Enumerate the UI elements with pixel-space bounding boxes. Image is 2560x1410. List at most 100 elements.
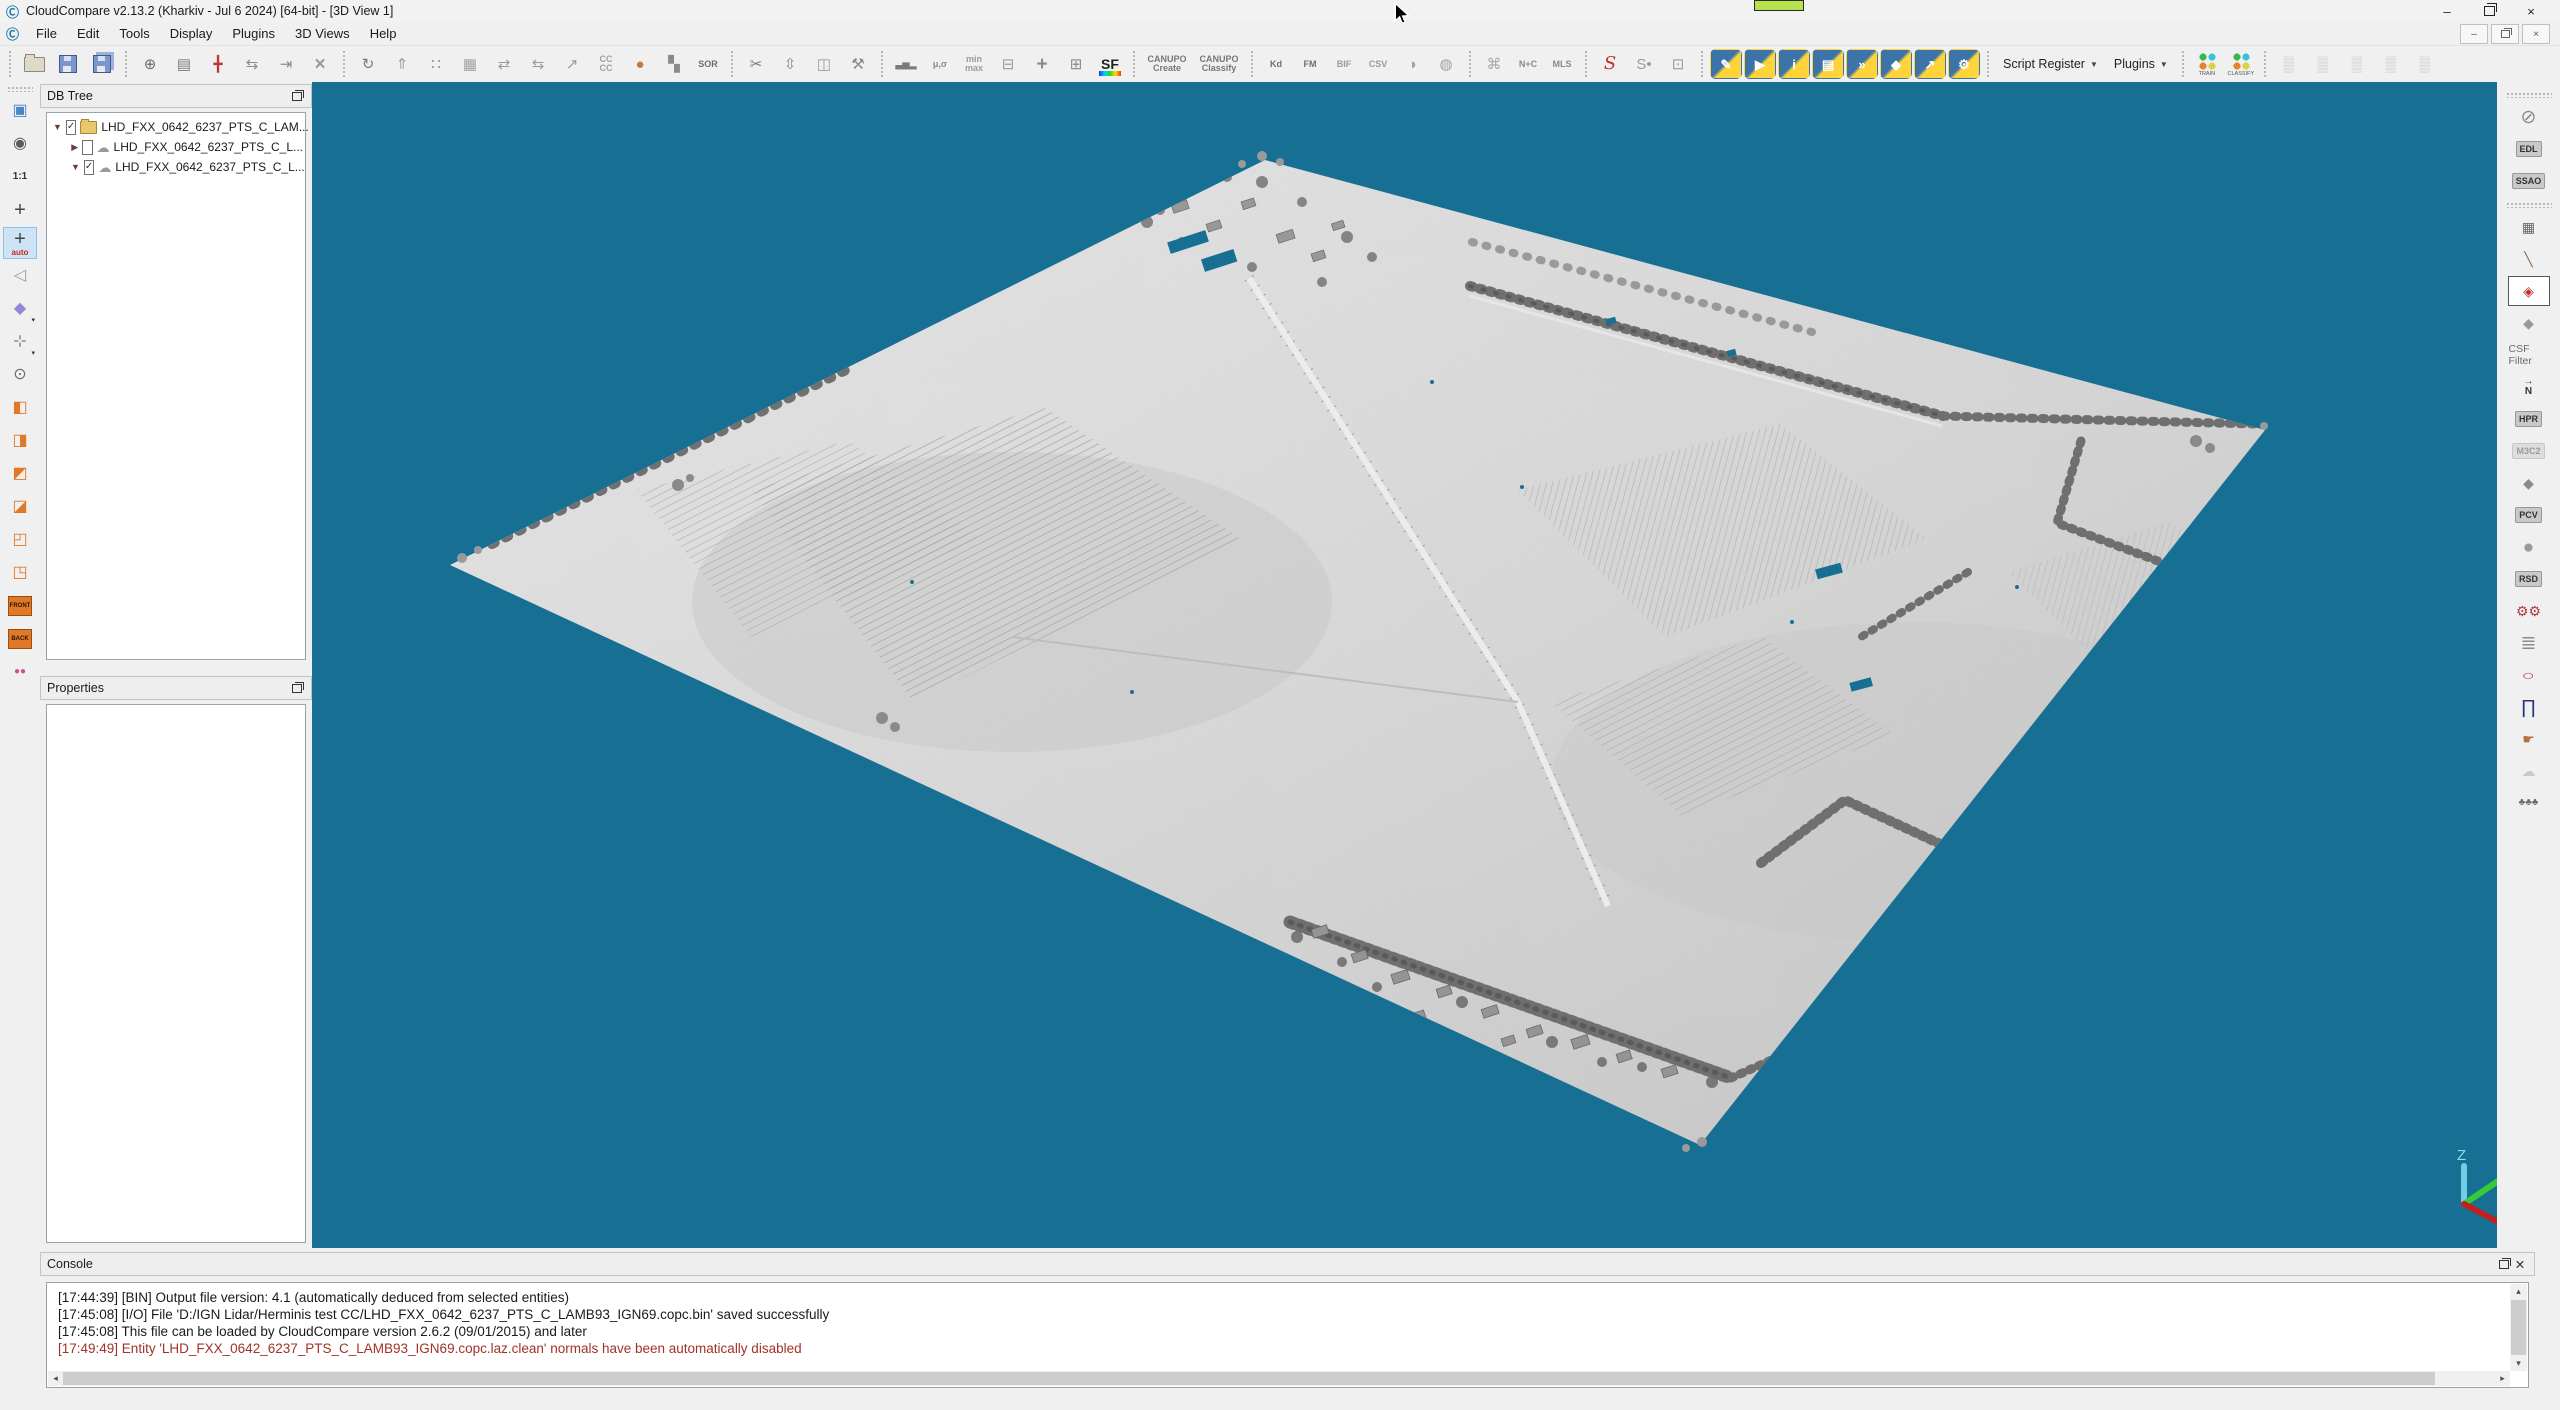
shield-plugin-button[interactable]: ◆ bbox=[2508, 468, 2550, 498]
masc-train-button[interactable]: TRAIN bbox=[2191, 49, 2223, 79]
point-list-picking-button[interactable]: ⚒ bbox=[842, 49, 874, 79]
segment-button[interactable]: ✂ bbox=[740, 49, 772, 79]
scroll-down-icon[interactable]: ▾ bbox=[2511, 1356, 2526, 1371]
render-settings-button[interactable]: ▣ bbox=[3, 95, 37, 127]
auto-pick-center-button[interactable]: +auto bbox=[3, 227, 37, 259]
filter-by-value-button[interactable]: min max bbox=[958, 49, 990, 79]
properties-float-button[interactable] bbox=[289, 680, 305, 696]
m3c2-plugin-button[interactable]: M3C2 bbox=[2508, 436, 2550, 466]
menu-tools[interactable]: Tools bbox=[109, 23, 159, 44]
mdi-minimize-button[interactable]: – bbox=[2460, 24, 2488, 44]
python-info-button[interactable]: i bbox=[1778, 49, 1810, 79]
scroll-up-icon[interactable]: ▴ bbox=[2511, 1284, 2526, 1299]
compare-button[interactable]: CC CC bbox=[590, 49, 622, 79]
sor-filter-button[interactable]: SOR bbox=[692, 49, 724, 79]
masc-classify-button[interactable]: CLASSIFY bbox=[2225, 49, 2257, 79]
broom-plugin-button[interactable]: ╲ bbox=[2508, 244, 2550, 274]
puzzle-button[interactable]: ⌘ bbox=[1478, 49, 1510, 79]
subsample-button[interactable]: ∷ bbox=[420, 49, 452, 79]
toolbar-handle[interactable] bbox=[729, 51, 735, 77]
python-editor-button[interactable]: ✎ bbox=[1710, 49, 1742, 79]
minimize-button[interactable]: – bbox=[2426, 0, 2468, 22]
compass-plugin-button[interactable]: ◈ bbox=[2508, 276, 2550, 306]
statistical-test-button[interactable]: μ,σ bbox=[924, 49, 956, 79]
close-button[interactable]: × bbox=[2510, 0, 2552, 22]
tree-expander[interactable]: ▼ bbox=[71, 162, 80, 172]
treeiso-plugin-button[interactable]: ♣♣♣ bbox=[2508, 788, 2550, 818]
fm-cloud-button[interactable]: FM bbox=[1294, 49, 1326, 79]
tree-checkbox[interactable] bbox=[82, 140, 92, 155]
plugins-menu-button[interactable]: Plugins▼ bbox=[2107, 51, 2175, 77]
toolbar-handle[interactable] bbox=[1131, 51, 1137, 77]
python-run-button[interactable]: ▶ bbox=[1744, 49, 1776, 79]
view-back-button[interactable]: ◪ bbox=[3, 491, 37, 523]
clean-button[interactable]: ● bbox=[624, 49, 656, 79]
translate-rotate-button[interactable]: ⇳ bbox=[774, 49, 806, 79]
python-doc-button[interactable]: ▤ bbox=[1812, 49, 1844, 79]
script-register-button[interactable]: Script Register▼ bbox=[1996, 51, 2105, 77]
animation-plugin-button[interactable]: ▦ bbox=[2508, 212, 2550, 242]
mdi-close-button[interactable]: × bbox=[2522, 24, 2550, 44]
console-vscrollbar[interactable]: ▴ ▾ bbox=[2510, 1284, 2527, 1371]
screenshot-button[interactable]: ◉ bbox=[3, 128, 37, 160]
bif-file-button[interactable]: BIF bbox=[1328, 49, 1360, 79]
mdi-restore-button[interactable] bbox=[2491, 24, 2519, 44]
globe-button[interactable]: ◍ bbox=[1430, 49, 1462, 79]
rsd-plugin-button[interactable]: RSD bbox=[2508, 564, 2550, 594]
plugin-disabled-3-button[interactable]: ▒ bbox=[2341, 49, 2373, 79]
menu-help[interactable]: Help bbox=[360, 23, 407, 44]
sketch-button[interactable]: S bbox=[1594, 49, 1626, 79]
toolbar-handle[interactable] bbox=[1249, 51, 1255, 77]
hough-normals-plugin-button[interactable]: → N bbox=[2508, 372, 2550, 402]
c2c-distance-button[interactable]: ⇄ bbox=[488, 49, 520, 79]
tree-expander[interactable]: ▶ bbox=[71, 142, 78, 153]
menu-3d-views[interactable]: 3D Views bbox=[285, 23, 360, 44]
view-top-button[interactable]: ◧ bbox=[3, 392, 37, 424]
tree-row[interactable]: ▼✓LHD_FXX_0642_6237_PTS_C_LAM... bbox=[49, 117, 303, 137]
properties-header[interactable]: Properties bbox=[40, 676, 312, 700]
python-packages-button[interactable]: ◆ bbox=[1880, 49, 1912, 79]
sra-plugin-button[interactable]: ☁ bbox=[2508, 756, 2550, 786]
mls-smoothing-button[interactable]: MLS bbox=[1546, 49, 1578, 79]
toolbar-handle[interactable] bbox=[341, 51, 347, 77]
no-shader-button[interactable]: ⊘ bbox=[2508, 102, 2550, 132]
hpr-plugin-button[interactable]: HPR bbox=[2508, 404, 2550, 434]
pick-rotation-center-button[interactable]: + bbox=[3, 194, 37, 226]
open-button[interactable] bbox=[18, 49, 50, 79]
restore-button[interactable] bbox=[2468, 0, 2510, 22]
mesh-sampling-button[interactable]: ▦ bbox=[454, 49, 486, 79]
hscroll-thumb[interactable] bbox=[63, 1372, 2435, 1385]
masonry-plugin-button[interactable]: ∏ bbox=[2508, 692, 2550, 722]
viewport-3d[interactable]: Z Y X bbox=[312, 82, 2497, 1248]
view-bottom-button[interactable]: ◳ bbox=[3, 557, 37, 589]
scroll-right-icon[interactable]: ▸ bbox=[2495, 1371, 2510, 1386]
menu-display[interactable]: Display bbox=[160, 23, 223, 44]
pan-mode-button[interactable]: ⊹▾ bbox=[3, 326, 37, 358]
save-all-button[interactable] bbox=[86, 49, 118, 79]
python-repl-button[interactable]: » bbox=[1846, 49, 1878, 79]
toolbar-handle[interactable] bbox=[7, 86, 33, 92]
cloudlayers-plugin-button[interactable]: ⚙⚙ bbox=[2508, 596, 2550, 626]
db-tree-float-button[interactable] bbox=[289, 88, 305, 104]
rasterize-button[interactable]: ▚ bbox=[658, 49, 690, 79]
view-right-button[interactable]: ◰ bbox=[3, 524, 37, 556]
sf-arithmetic-button[interactable]: ⊞ bbox=[1060, 49, 1092, 79]
menu-file[interactable]: File bbox=[26, 23, 67, 44]
view-iso-back-button[interactable]: BACK bbox=[3, 623, 37, 655]
histogram-button[interactable]: ▃▅▂ bbox=[890, 49, 922, 79]
csv-file-button[interactable]: CSV bbox=[1362, 49, 1394, 79]
cross-section-button[interactable]: ◫ bbox=[808, 49, 840, 79]
canupo-classify-button[interactable]: CANUPO Classify bbox=[1194, 49, 1244, 79]
add-scalar-field-button[interactable]: + bbox=[1026, 49, 1058, 79]
plugin-disabled-1-button[interactable]: ▒ bbox=[2273, 49, 2305, 79]
previous-view-button[interactable]: ◁ bbox=[3, 260, 37, 292]
zoom-mode-button[interactable]: ⊙ bbox=[3, 359, 37, 391]
facets-plugin-button[interactable]: ◆ bbox=[2508, 308, 2550, 338]
primitive-factory-button[interactable]: ▤ bbox=[168, 49, 200, 79]
toolbar-handle[interactable] bbox=[1583, 51, 1589, 77]
plugin-disabled-4-button[interactable]: ▒ bbox=[2375, 49, 2407, 79]
resample-button[interactable]: ⇑ bbox=[386, 49, 418, 79]
tree-expander[interactable]: ▼ bbox=[53, 122, 62, 132]
normals-curvature-button[interactable]: N+C bbox=[1512, 49, 1544, 79]
ellipser-plugin-button[interactable]: ○ bbox=[2508, 660, 2550, 690]
